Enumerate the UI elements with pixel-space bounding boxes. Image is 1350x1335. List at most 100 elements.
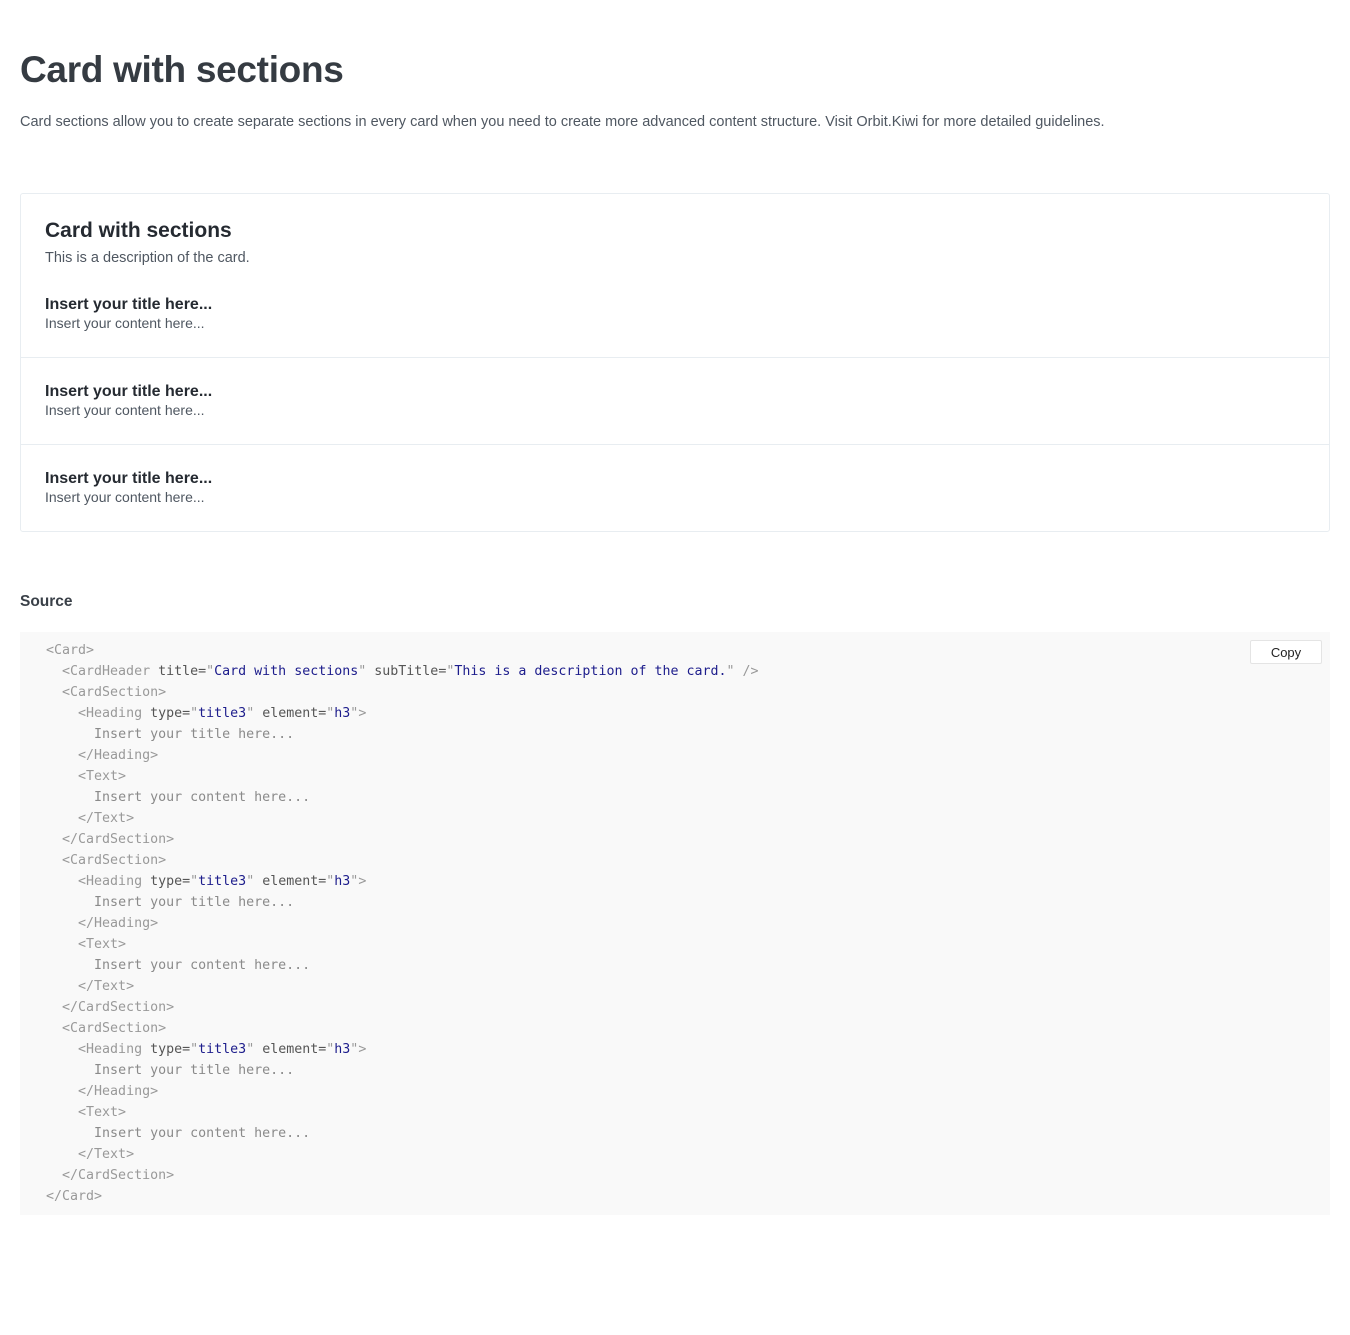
code-line: </Text> — [46, 808, 759, 829]
source-heading: Source — [20, 593, 73, 610]
code-token: </Heading> — [78, 916, 159, 931]
card-section: Insert your title here... Insert your co… — [21, 444, 1329, 531]
code-line: <Text> — [46, 1102, 759, 1123]
code-line: </Heading> — [46, 745, 759, 766]
card-title: Card with sections — [45, 219, 232, 242]
code-token: element= — [254, 1042, 327, 1057]
card-section-title: Insert your title here... — [45, 296, 213, 313]
code-token: </Text> — [78, 1147, 135, 1162]
code-token: Card with sections — [214, 664, 359, 679]
code-line: <CardHeader title="Card with sections" s… — [46, 661, 759, 682]
code-token: > — [358, 874, 367, 889]
code-token: Insert your content here... — [94, 1126, 311, 1141]
code-token: </Heading> — [78, 1084, 159, 1099]
code-token: " — [726, 664, 735, 679]
code-line: </Heading> — [46, 913, 759, 934]
code-token: <CardSection> — [62, 1021, 167, 1036]
card: Card with sections This is a description… — [20, 193, 1330, 532]
card-section-content: Insert your content here... — [45, 489, 205, 505]
code-line: <Text> — [46, 934, 759, 955]
code-token: " — [190, 874, 199, 889]
code-token: <Text> — [78, 937, 127, 952]
card-section-title: Insert your title here... — [45, 383, 213, 400]
code-token: element= — [254, 874, 327, 889]
copy-button[interactable]: Copy — [1250, 640, 1322, 664]
code-line: Insert your content here... — [46, 1123, 759, 1144]
code-token: " — [206, 664, 215, 679]
card-section-content: Insert your content here... — [45, 315, 205, 331]
code-line: <Card> — [46, 640, 759, 661]
code-line: <Text> — [46, 766, 759, 787]
code-block[interactable]: Copy <Card> <CardHeader title="Card with… — [20, 632, 1330, 1215]
code-token: Insert your content here... — [94, 790, 311, 805]
code-token: h3 — [334, 706, 351, 721]
card-section-title: Insert your title here... — [45, 470, 213, 487]
code-line: </Heading> — [46, 1081, 759, 1102]
code-token: Insert your content here... — [94, 958, 311, 973]
code-line: </Card> — [46, 1186, 759, 1207]
code-token: </CardSection> — [62, 1168, 175, 1183]
code-token: type= — [142, 706, 191, 721]
code-token: element= — [254, 706, 327, 721]
code-token: h3 — [334, 874, 351, 889]
code-token: <Card> — [46, 643, 95, 658]
code-token: <CardHeader — [62, 664, 151, 679]
card-section-content: Insert your content here... — [45, 402, 205, 418]
code-line: Insert your content here... — [46, 787, 759, 808]
code-line: </Text> — [46, 976, 759, 997]
code-token: " — [246, 1042, 255, 1057]
page-description: Card sections allow you to create separa… — [20, 114, 1105, 130]
code-token: " — [190, 1042, 199, 1057]
code-line: Insert your title here... — [46, 1060, 759, 1081]
page-title: Card with sections — [20, 49, 344, 90]
code-token: </CardSection> — [62, 832, 175, 847]
code-token: <Text> — [78, 1105, 127, 1120]
code-token: title= — [150, 664, 207, 679]
code-token: <Heading — [78, 706, 143, 721]
code-line: <CardSection> — [46, 850, 759, 871]
code-token: </Heading> — [78, 748, 159, 763]
card-section-body: Insert your title here... Insert your co… — [45, 295, 212, 332]
code-token: type= — [142, 874, 191, 889]
code-line: Insert your content here... — [46, 955, 759, 976]
code-listing[interactable]: <Card> <CardHeader title="Card with sect… — [46, 640, 759, 1207]
code-token: <Text> — [78, 769, 127, 784]
code-token: " — [246, 874, 255, 889]
card-section-body: Insert your title here... Insert your co… — [45, 382, 212, 419]
card-section-body: Insert your title here... Insert your co… — [45, 469, 212, 506]
card-section: Insert your title here... Insert your co… — [21, 357, 1329, 444]
code-token: " — [190, 706, 199, 721]
code-token: h3 — [334, 1042, 351, 1057]
code-token: " — [246, 706, 255, 721]
code-line: </CardSection> — [46, 997, 759, 1018]
code-line: Insert your title here... — [46, 892, 759, 913]
code-token: Insert your title here... — [94, 727, 295, 742]
code-token: </Text> — [78, 979, 135, 994]
code-line: Insert your title here... — [46, 724, 759, 745]
code-token: Insert your title here... — [94, 895, 295, 910]
code-line: <Heading type="title3" element="h3"> — [46, 1039, 759, 1060]
code-token: </Text> — [78, 811, 135, 826]
code-token: type= — [142, 1042, 191, 1057]
